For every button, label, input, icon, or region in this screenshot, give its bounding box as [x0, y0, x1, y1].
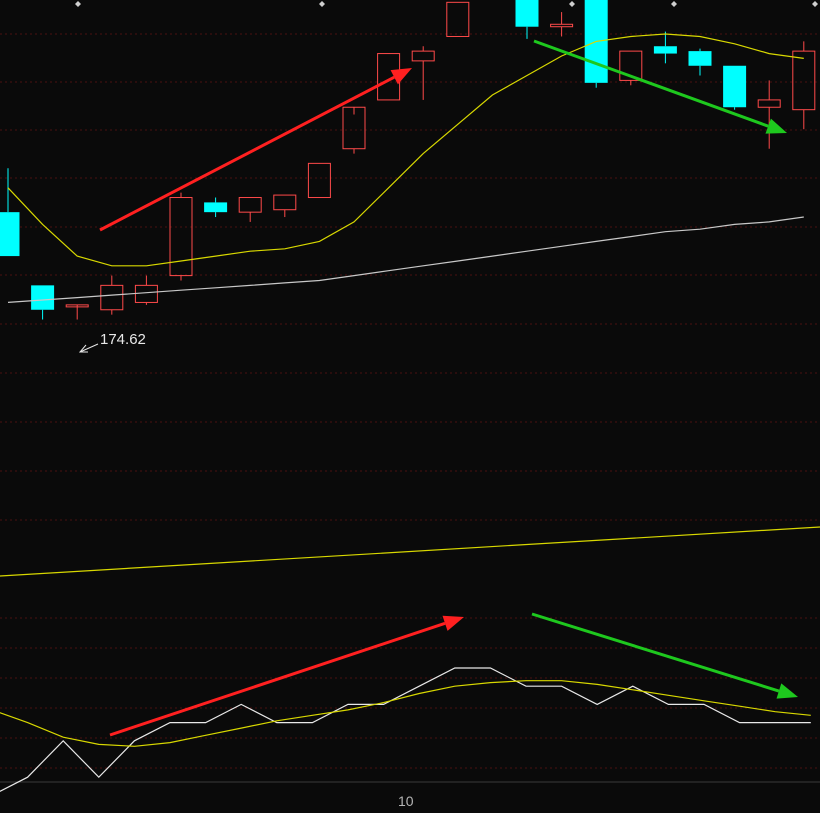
candle-body	[653, 46, 677, 54]
candle-body	[723, 65, 747, 108]
x-axis-tick-label: 10	[398, 793, 414, 809]
candle-down	[584, 0, 608, 88]
chart-canvas: 174.62 10	[0, 0, 820, 813]
candle-body	[688, 51, 712, 66]
candle-body	[204, 202, 228, 213]
candle-down	[723, 65, 747, 110]
candle-body	[515, 0, 539, 27]
candle-body	[31, 285, 55, 310]
candle-body	[0, 212, 20, 257]
low-price-label: 174.62	[100, 331, 146, 348]
